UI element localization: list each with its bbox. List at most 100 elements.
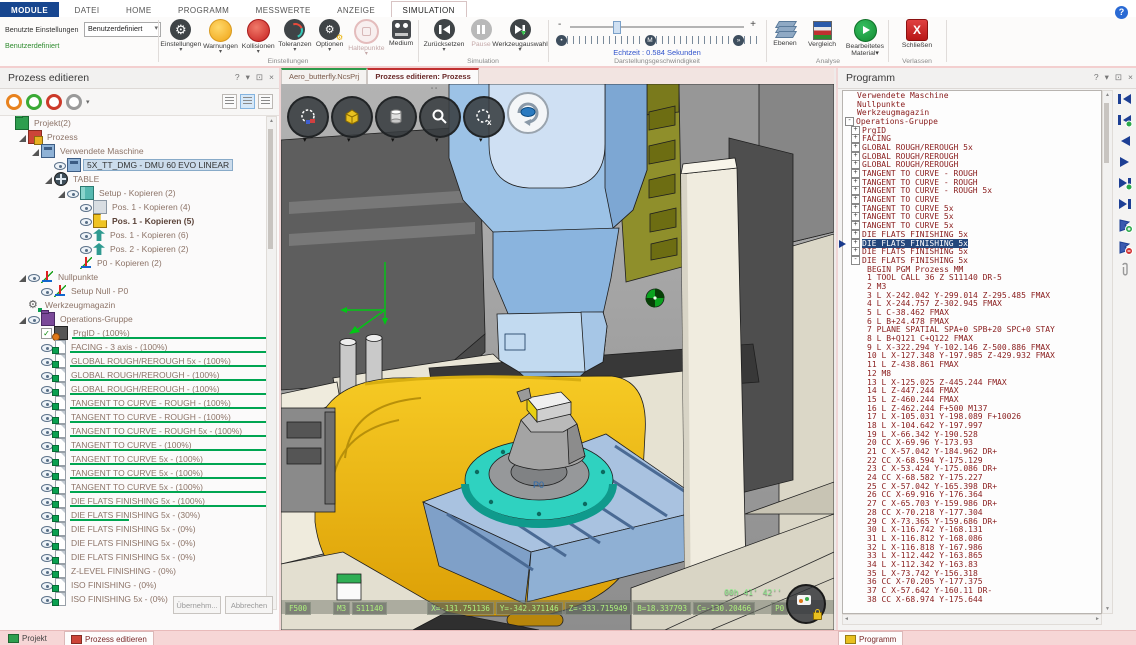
used-settings-dropdown[interactable]: Benutzerdefiniert [84, 22, 161, 37]
speed-medium-icon[interactable]: M [645, 35, 656, 46]
tree-row[interactable]: GLOBAL ROUGH/REROUGH 5x - (100%) [2, 354, 266, 368]
tree-row[interactable]: TANGENT TO CURVE 5x - (100%) [2, 480, 266, 494]
program-line[interactable]: 38 CC X-68.974 Y-175.644 [843, 595, 1101, 604]
orbit-view-button[interactable] [507, 92, 549, 134]
panel-close-icon[interactable]: × [269, 72, 275, 82]
tree-row[interactable]: TANGENT TO CURVE - ROUGH - (100%) [2, 396, 266, 410]
expander-icon[interactable] [71, 231, 80, 240]
program-line[interactable]: 28 CC X-70.218 Y-177.304 [843, 508, 1101, 517]
selection-clear-button[interactable]: x [463, 96, 505, 138]
expand-box-icon[interactable]: + [851, 230, 860, 239]
expander-icon[interactable] [71, 203, 80, 212]
expander-icon[interactable] [45, 175, 54, 184]
panel-menu-icon[interactable]: ▾ [1105, 72, 1110, 82]
viewport-mini-icons[interactable]: ▫▫ [431, 86, 439, 92]
scrollbar-thumb[interactable] [268, 129, 273, 249]
program-line[interactable]: 27 C X-65.703 Y-159.986 DR+ [843, 499, 1101, 508]
expand-box-icon[interactable]: + [851, 160, 860, 169]
expander-icon[interactable] [32, 357, 41, 366]
tree-row[interactable]: DIE FLATS FINISHING 5x - (30%) [2, 508, 266, 522]
program-line[interactable]: 29 C X-73.365 Y-159.686 DR+ [843, 517, 1101, 526]
expander-icon[interactable] [32, 147, 41, 156]
dropdown-caret-icon[interactable]: ▾ [391, 136, 395, 144]
program-line[interactable]: + TANGENT TO CURVE 5x [843, 221, 1101, 230]
speed-slow-icon[interactable]: • [556, 35, 567, 46]
slider-thumb[interactable] [613, 21, 621, 34]
expander-icon[interactable] [32, 371, 41, 380]
tree-row[interactable]: DIE FLATS FINISHING 5x - (100%) [2, 494, 266, 508]
program-line[interactable]: 15 L Z-460.244 FMAX [843, 395, 1101, 404]
expand-box-icon[interactable]: + [851, 152, 860, 161]
tree-row[interactable]: DIE FLATS FINISHING 5x - (0%) [2, 550, 266, 564]
tree-row[interactable]: Setup Null - P0 [2, 284, 266, 298]
program-line[interactable]: + GLOBAL ROUGH/REROUGH [843, 161, 1101, 170]
program-line[interactable]: + TANGENT TO CURVE 5x [843, 213, 1101, 222]
zoom-button[interactable] [419, 96, 461, 138]
program-line[interactable]: + TANGENT TO CURVE - ROUGH [843, 169, 1101, 178]
expander-icon[interactable] [71, 259, 80, 268]
expander-icon[interactable] [19, 273, 28, 282]
apply-button[interactable]: Übernehm... [173, 596, 221, 614]
expander-icon[interactable] [32, 329, 41, 338]
program-line[interactable]: 7 PLANE SPATIAL SPA+0 SPB+20 SPC+0 STAY [843, 326, 1101, 335]
expand-box-icon[interactable]: + [851, 126, 860, 135]
program-line[interactable]: - DIE FLATS FINISHING 5x [843, 256, 1101, 265]
tree-row[interactable]: P0 - Kopieren (2) [2, 256, 266, 270]
tree-scrollbar[interactable]: ▲ ▼ [266, 116, 277, 610]
program-line[interactable]: + TANGENT TO CURVE - ROUGH 5x [843, 187, 1101, 196]
tree-row[interactable]: Nullpunkte [2, 270, 266, 284]
expand-box-icon[interactable]: + [851, 169, 860, 178]
panel-help-icon[interactable]: ? [235, 72, 241, 82]
scroll-right-icon[interactable]: ► [1095, 615, 1100, 623]
expander-icon[interactable] [32, 553, 41, 562]
program-line[interactable]: + TANGENT TO CURVE [843, 195, 1101, 204]
skip-back-marker-button[interactable] [1117, 113, 1133, 127]
expander-icon[interactable] [32, 413, 41, 422]
view-mode-1-button[interactable] [222, 94, 237, 109]
program-line[interactable]: 19 L X-66.342 Y-190.528 [843, 430, 1101, 439]
program-line[interactable]: 30 L X-116.742 Y-168.131 [843, 525, 1101, 534]
expand-box-icon[interactable]: + [851, 195, 860, 204]
speed-slider[interactable]: - + [558, 22, 756, 32]
visibility-eye-icon[interactable] [80, 201, 93, 213]
tree-row[interactable]: TANGENT TO CURVE 5x - (100%) [2, 452, 266, 466]
expander-icon[interactable] [45, 161, 54, 170]
program-line[interactable]: 33 L X-112.442 Y-163.865 [843, 551, 1101, 560]
tree-row[interactable]: TABLE [2, 172, 266, 186]
scroll-up-icon[interactable]: ▲ [267, 118, 276, 124]
werkzeugauswahl-button[interactable]: Werkzeugauswahl ▾ [494, 19, 546, 53]
expander-icon[interactable] [32, 427, 41, 436]
expander-icon[interactable] [6, 119, 15, 128]
tree-row[interactable]: Pos. 1 - Kopieren (5) [2, 214, 266, 228]
projekt-tab[interactable]: Projekt [2, 631, 53, 645]
program-line[interactable]: 26 CC X-69.916 Y-176.364 [843, 491, 1101, 500]
tree-row[interactable]: Prozess [2, 130, 266, 144]
expand-box-icon[interactable]: - [851, 256, 860, 265]
expander-icon[interactable] [32, 539, 41, 548]
expander-icon[interactable] [32, 483, 41, 492]
ebenen-button[interactable]: Ebenen [768, 19, 802, 58]
expander-icon[interactable] [71, 245, 80, 254]
scroll-left-icon[interactable]: ◄ [844, 615, 849, 623]
step-back-button[interactable] [1117, 134, 1133, 148]
expand-box-icon[interactable]: + [851, 178, 860, 187]
cancel-button[interactable]: Abbrechen [225, 596, 273, 614]
program-line[interactable]: 22 CC X-68.594 Y-175.129 [843, 456, 1101, 465]
expander-icon[interactable] [58, 189, 67, 198]
optionen-button[interactable]: ⚙ Optionen ▾ [313, 19, 347, 57]
expander-icon[interactable] [32, 287, 41, 296]
tree-row[interactable]: Projekt(2) [2, 116, 266, 130]
expander-icon[interactable] [19, 133, 28, 142]
expander-icon[interactable] [71, 217, 80, 226]
pause-button[interactable]: Pause [468, 19, 494, 53]
expander-icon[interactable] [32, 343, 41, 352]
program-line[interactable]: 17 L X-105.031 Y-198.089 F+10026 [843, 412, 1101, 421]
program-line[interactable]: 11 L Z-438.861 FMAX [843, 360, 1101, 369]
program-line[interactable]: 12 M8 [843, 369, 1101, 378]
generate-red-button[interactable] [46, 94, 62, 110]
visibility-eye-icon[interactable] [28, 313, 41, 325]
visibility-eye-icon[interactable] [80, 215, 93, 227]
tree-row[interactable]: Setup - Kopieren (2) [2, 186, 266, 200]
tree-row[interactable]: Pos. 1 - Kopieren (4) [2, 200, 266, 214]
program-line[interactable]: 13 L X-125.025 Z-445.244 FMAX [843, 378, 1101, 387]
